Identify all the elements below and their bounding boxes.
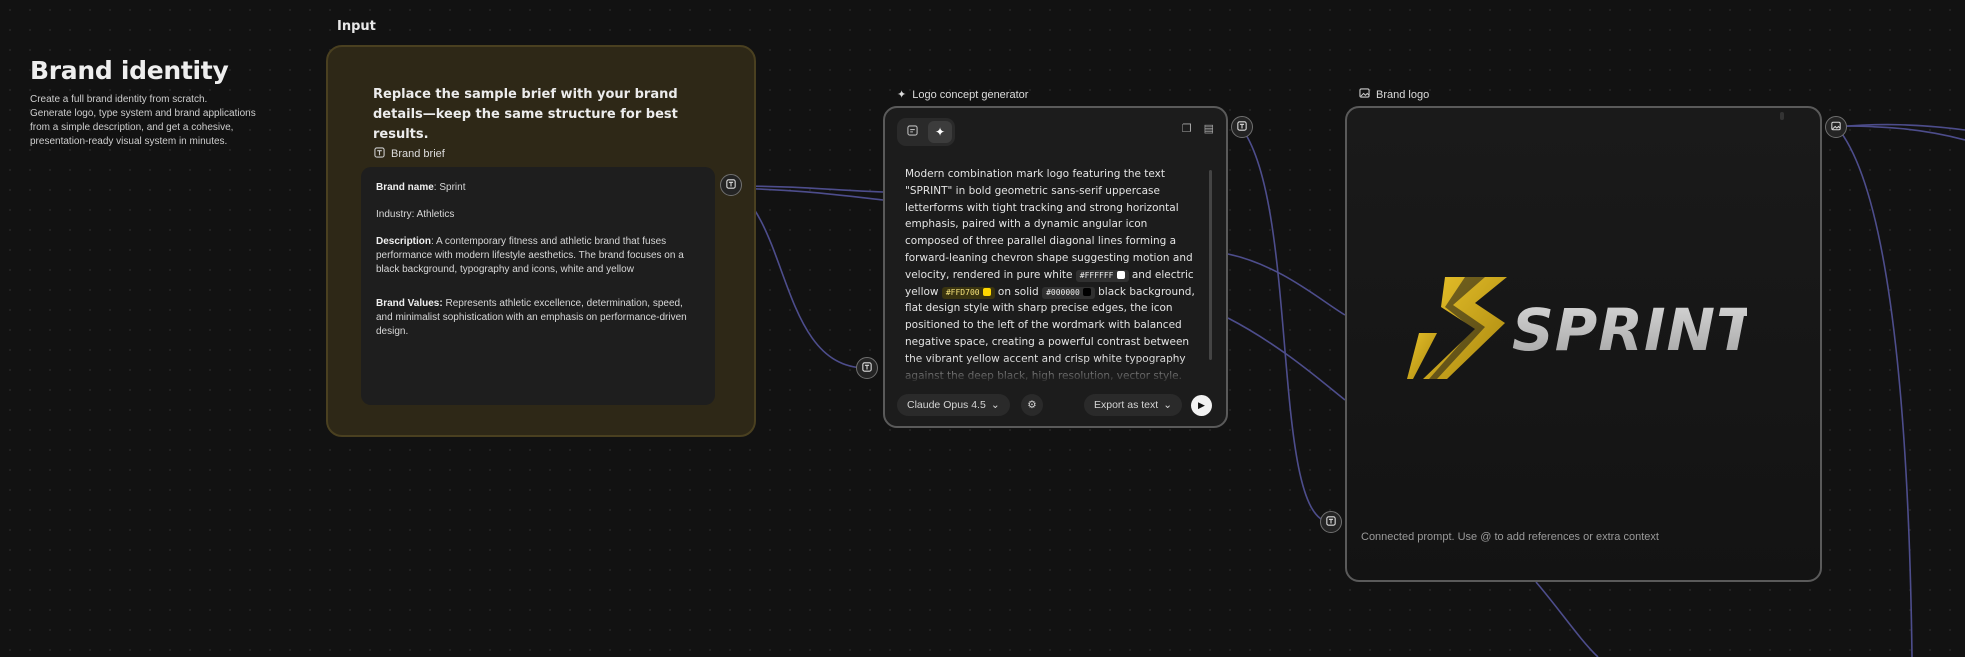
intro-line-2: Generate logo, type system and brand app… xyxy=(30,108,256,147)
text-scrollbar[interactable] xyxy=(1209,170,1212,360)
generated-prompt-text[interactable]: Modern combination mark logo featuring t… xyxy=(905,166,1200,382)
gear-icon: ⚙ xyxy=(1027,399,1037,411)
brand-name-value: : Sprint xyxy=(433,182,466,193)
generator-mode-tabs: ✦ xyxy=(897,118,955,146)
generator-input-port[interactable] xyxy=(856,357,878,379)
image-icon xyxy=(1359,88,1370,101)
export-selector[interactable]: Export as text ⌄ xyxy=(1083,394,1182,416)
settings-button[interactable]: ⚙ xyxy=(1021,394,1043,416)
yellow-hex: #FFD700 xyxy=(945,287,980,297)
input-instructions: Replace the sample brief with your brand… xyxy=(373,87,678,142)
prompt-part-3: on solid xyxy=(994,285,1043,298)
export-label: Export as text xyxy=(1093,399,1159,411)
brief-node-title[interactable]: Brand brief xyxy=(374,147,445,161)
sparkle-icon: ✦ xyxy=(934,125,946,139)
values-label: Brand Values: xyxy=(376,298,443,309)
play-icon: ▶ xyxy=(1198,400,1205,410)
copy-icon[interactable]: ❐ xyxy=(1182,122,1192,135)
generator-footer: Claude Opus 4.5 ⌄ ⚙ Export as text ⌄ ▶ xyxy=(897,394,1214,416)
black-hex: #000000 xyxy=(1046,287,1080,297)
run-button[interactable]: ▶ xyxy=(1191,395,1212,416)
yellow-color-chip: #FFD700 xyxy=(941,286,995,299)
text-mode-tab[interactable] xyxy=(900,121,924,143)
image-port-icon xyxy=(1831,121,1841,134)
intro-line-1: Create a full brand identity from scratc… xyxy=(30,94,208,105)
ai-mode-tab[interactable]: ✦ xyxy=(928,121,952,143)
connected-prompt-input[interactable]: Connected prompt. Use @ to add reference… xyxy=(1361,531,1659,543)
card-handle xyxy=(1780,112,1784,120)
model-label: Claude Opus 4.5 xyxy=(907,399,986,411)
black-color-chip: #000000 xyxy=(1042,286,1095,299)
white-color-chip: #FFFFFF xyxy=(1075,269,1129,282)
brand-name-label: Brand name xyxy=(376,182,434,193)
text-port-icon xyxy=(1237,120,1247,134)
text-mode-icon xyxy=(906,125,918,139)
chevron-mark xyxy=(1407,277,1507,379)
brief-card[interactable]: Brand name: Sprint Industry: Athletics D… xyxy=(361,167,715,405)
model-selector[interactable]: Claude Opus 4.5 ⌄ xyxy=(897,394,1010,416)
logo-output-port[interactable] xyxy=(1825,116,1847,138)
brief-description: Description: A contemporary fitness and … xyxy=(376,235,700,277)
intro-description: Create a full brand identity from scratc… xyxy=(30,93,270,149)
text-node-icon xyxy=(374,147,385,161)
sparkle-icon: ✦ xyxy=(897,89,907,101)
brief-brand-name: Brand name: Sprint xyxy=(376,181,700,195)
text-port-icon xyxy=(726,178,736,192)
brief-values: Brand Values: Represents athletic excell… xyxy=(376,297,700,339)
brand-logo-node[interactable]: SPRINT Connected prompt. Use @ to add re… xyxy=(1345,106,1822,582)
prompt-part-1: Modern combination mark logo featuring t… xyxy=(905,168,1193,281)
generator-tools: ❐ ▤ xyxy=(1182,122,1214,135)
brand-logo-node-title[interactable]: Brand logo xyxy=(1359,88,1429,101)
logo-wordmark: SPRINT xyxy=(1512,296,1747,364)
generator-title-label: Logo concept generator xyxy=(912,88,1029,101)
input-group[interactable]: Replace the sample brief with your brand… xyxy=(326,45,756,437)
white-swatch xyxy=(1116,270,1125,279)
chevron-down-icon: ⌄ xyxy=(1163,399,1172,411)
brief-title-label: Brand brief xyxy=(391,148,445,160)
brief-industry: Industry: Athletics xyxy=(376,209,455,220)
intro-section: Brand identity Create a full brand ident… xyxy=(30,56,270,149)
chevron-down-icon: ⌄ xyxy=(990,399,1000,411)
brief-output-port[interactable] xyxy=(720,174,742,196)
sprint-logo-image: SPRINT xyxy=(1407,277,1747,379)
text-fade xyxy=(897,358,1212,384)
generator-output-port[interactable] xyxy=(1231,116,1253,138)
logo-concept-generator-node[interactable]: ✦ ❐ ▤ Modern combination mark logo featu… xyxy=(883,106,1228,428)
description-label: Description xyxy=(376,236,432,247)
text-port-icon xyxy=(1326,515,1336,529)
page-title: Brand identity xyxy=(30,56,229,85)
expand-icon[interactable]: ▤ xyxy=(1204,122,1214,135)
logo-input-port[interactable] xyxy=(1320,511,1342,533)
brand-logo-title-label: Brand logo xyxy=(1376,88,1430,101)
white-hex: #FFFFFF xyxy=(1079,270,1114,280)
generator-node-title[interactable]: ✦ Logo concept generator xyxy=(897,88,1029,102)
yellow-swatch xyxy=(982,287,991,296)
black-swatch xyxy=(1082,287,1091,296)
input-group-label: Input xyxy=(337,19,376,34)
text-port-icon xyxy=(862,361,872,375)
